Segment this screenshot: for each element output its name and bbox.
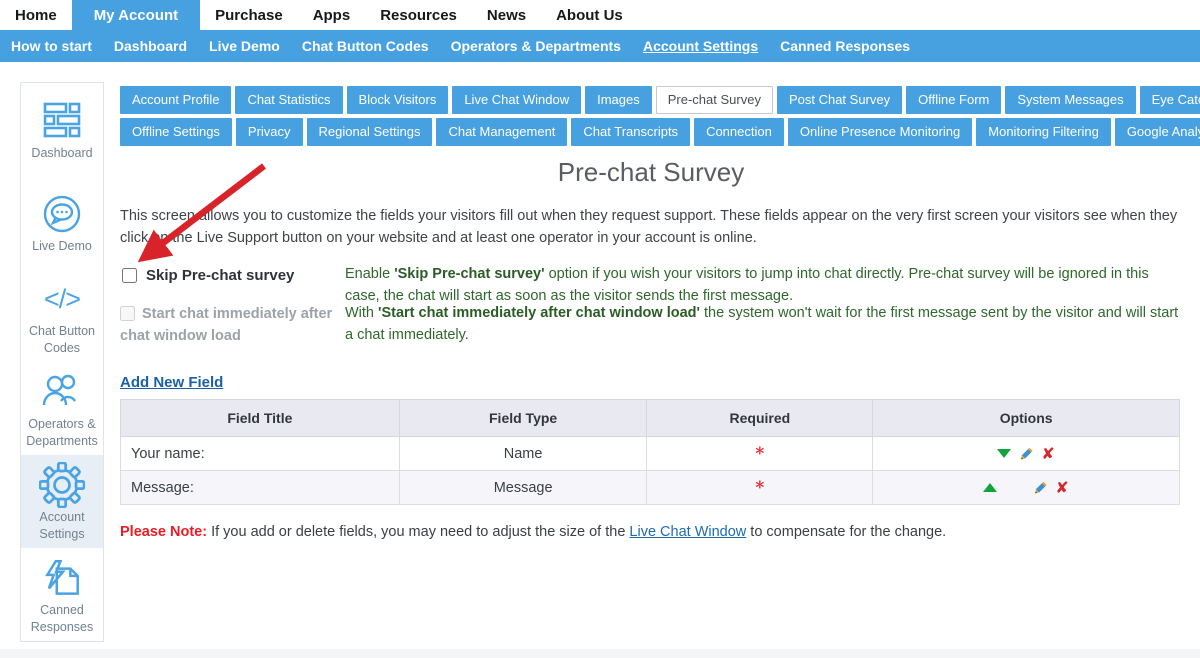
sidebar-item-operators-departments[interactable]: Operators & Departments	[21, 362, 103, 455]
start-chat-immediately-option: Start chat immediately after chat window…	[120, 304, 358, 348]
field-type-cell: Name	[399, 437, 647, 471]
tab-account-profile[interactable]: Account Profile	[120, 86, 231, 114]
footer-strip	[0, 649, 1200, 658]
tab-block-visitors[interactable]: Block Visitors	[347, 86, 449, 114]
required-asterisk: *	[755, 444, 764, 464]
move-down-icon[interactable]	[997, 449, 1011, 458]
account-sub-navigation: How to start Dashboard Live Demo Chat Bu…	[0, 30, 1200, 62]
subnav-live-demo[interactable]: Live Demo	[198, 38, 291, 54]
field-type-cell: Message	[399, 471, 647, 505]
tab-offline-form[interactable]: Offline Form	[906, 86, 1001, 114]
required-asterisk: *	[755, 478, 764, 498]
tab-monitoring-filtering[interactable]: Monitoring Filtering	[976, 118, 1111, 146]
operators-icon	[39, 368, 85, 416]
sidebar-label: Canned Responses	[23, 602, 101, 635]
tab-regional-settings[interactable]: Regional Settings	[307, 118, 433, 146]
chat-bubble-icon	[40, 190, 84, 238]
subnav-canned-responses[interactable]: Canned Responses	[769, 38, 921, 54]
field-title-cell: Your name:	[121, 437, 400, 471]
tab-system-messages[interactable]: System Messages	[1005, 86, 1135, 114]
note-label: Please Note:	[120, 524, 207, 540]
nav-about-us[interactable]: About Us	[541, 0, 638, 30]
sidebar-label: Account Settings	[23, 509, 101, 542]
tabs-row-1: Account Profile Chat Statistics Block Vi…	[120, 86, 1195, 114]
sidebar-item-account-settings[interactable]: Account Settings	[21, 455, 103, 548]
add-new-field-link[interactable]: Add New Field	[120, 374, 223, 391]
page-title: Pre-chat Survey	[120, 157, 1182, 188]
lightning-page-icon	[39, 554, 85, 602]
table-row: Your name: Name *	[121, 437, 1180, 471]
start-option-description: With 'Start chat immediately after chat …	[345, 303, 1185, 347]
options-cell: ✘	[873, 471, 1180, 505]
table-row: Message: Message *	[121, 471, 1180, 505]
tabs-row-2: Offline Settings Privacy Regional Settin…	[120, 118, 1195, 146]
skip-prechat-survey-label: Skip Pre-chat survey	[146, 267, 294, 284]
tab-chat-statistics[interactable]: Chat Statistics	[235, 86, 342, 114]
header-field-title: Field Title	[121, 400, 400, 437]
tab-privacy[interactable]: Privacy	[236, 118, 303, 146]
nav-purchase[interactable]: Purchase	[200, 0, 298, 30]
sidebar-label: Live Demo	[23, 238, 101, 254]
header-options: Options	[873, 400, 1180, 437]
sidebar-item-dashboard[interactable]: Dashboard	[21, 83, 103, 176]
nav-news[interactable]: News	[472, 0, 541, 30]
nav-home[interactable]: Home	[0, 0, 72, 30]
sidebar: Dashboard Live Demo </> Chat Button Code…	[20, 82, 104, 642]
options-cell: ✘	[873, 437, 1180, 471]
subnav-account-settings[interactable]: Account Settings	[632, 38, 769, 54]
prechat-fields-table: Field Title Field Type Required Options …	[120, 399, 1180, 505]
nav-my-account[interactable]: My Account	[72, 0, 200, 30]
tab-online-presence-monitoring[interactable]: Online Presence Monitoring	[788, 118, 972, 146]
dashboard-icon	[40, 97, 84, 145]
edit-icon[interactable]	[1032, 480, 1048, 496]
required-cell: *	[647, 471, 873, 505]
tab-connection[interactable]: Connection	[694, 118, 784, 146]
nav-resources[interactable]: Resources	[365, 0, 472, 30]
delete-icon[interactable]: ✘	[1055, 480, 1068, 496]
top-navigation: Home My Account Purchase Apps Resources …	[0, 0, 1200, 30]
tab-live-chat-window[interactable]: Live Chat Window	[452, 86, 581, 114]
header-field-type: Field Type	[399, 400, 647, 437]
sidebar-item-chat-button-codes[interactable]: </> Chat Button Codes	[21, 269, 103, 362]
tab-post-chat-survey[interactable]: Post Chat Survey	[777, 86, 902, 114]
delete-icon[interactable]: ✘	[1041, 446, 1054, 462]
subnav-how-to-start[interactable]: How to start	[0, 38, 103, 54]
header-required: Required	[647, 400, 873, 437]
start-chat-immediately-checkbox	[120, 306, 135, 321]
gear-icon	[39, 461, 85, 509]
table-header-row: Field Title Field Type Required Options	[121, 400, 1180, 437]
sidebar-item-live-demo[interactable]: Live Demo	[21, 176, 103, 269]
sidebar-label: Operators & Departments	[23, 416, 101, 449]
tab-offline-settings[interactable]: Offline Settings	[120, 118, 232, 146]
please-note: Please Note: If you add or delete fields…	[120, 524, 946, 540]
subnav-operators-departments[interactable]: Operators & Departments	[440, 38, 632, 54]
skip-prechat-survey-checkbox[interactable]	[122, 268, 137, 283]
live-chat-window-link[interactable]: Live Chat Window	[629, 524, 746, 540]
start-chat-immediately-label: Start chat immediately after chat window…	[120, 306, 332, 344]
tab-chat-management[interactable]: Chat Management	[436, 118, 567, 146]
edit-icon[interactable]	[1018, 446, 1034, 462]
tab-eye-catcher[interactable]: Eye Catcher	[1140, 86, 1200, 114]
field-title-cell: Message:	[121, 471, 400, 505]
tab-chat-transcripts[interactable]: Chat Transcripts	[571, 118, 690, 146]
sidebar-label: Dashboard	[23, 145, 101, 161]
required-cell: *	[647, 437, 873, 471]
sidebar-item-canned-responses[interactable]: Canned Responses	[21, 548, 103, 641]
settings-tabs: Account Profile Chat Statistics Block Vi…	[120, 86, 1195, 150]
skip-prechat-survey-option: Skip Pre-chat survey	[122, 267, 294, 284]
move-up-icon[interactable]	[983, 483, 997, 492]
subnav-chat-button-codes[interactable]: Chat Button Codes	[291, 38, 440, 54]
tab-images[interactable]: Images	[585, 86, 652, 114]
tab-pre-chat-survey[interactable]: Pre-chat Survey	[656, 86, 773, 114]
subnav-dashboard[interactable]: Dashboard	[103, 38, 198, 54]
tab-google-analytics[interactable]: Google Analytics	[1115, 118, 1200, 146]
sidebar-label: Chat Button Codes	[23, 323, 101, 356]
skip-option-description: Enable 'Skip Pre-chat survey' option if …	[345, 264, 1185, 308]
code-icon: </>	[44, 275, 80, 323]
nav-apps[interactable]: Apps	[298, 0, 366, 30]
page-description: This screen allows you to customize the …	[120, 205, 1186, 250]
